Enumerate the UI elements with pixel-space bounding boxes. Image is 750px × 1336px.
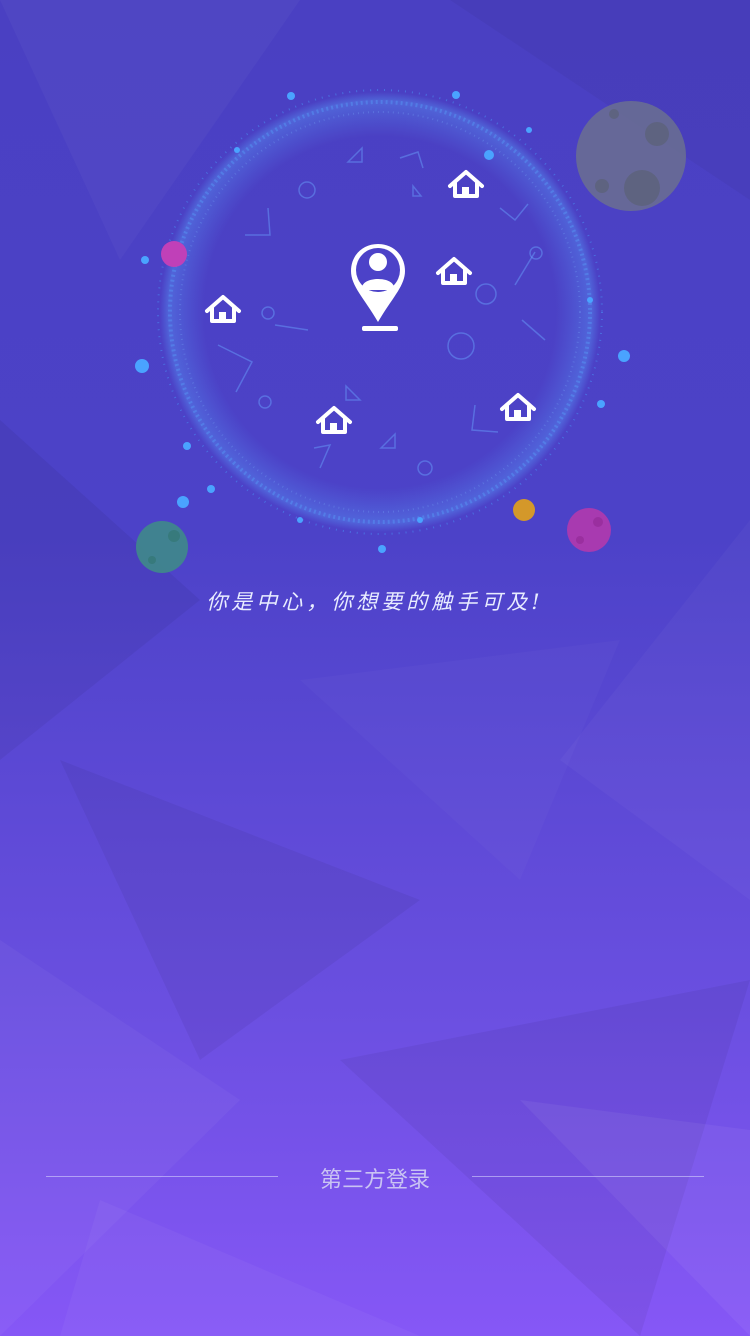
slogan-text: 你是中心，你想要的触手可及!: [206, 590, 544, 614]
third-party-login-label: 第三方登录: [319, 1168, 430, 1193]
third-party-login-section: 第三方登录: [0, 1160, 750, 1200]
planet-magenta-small: [161, 241, 187, 267]
hero-illustration: [135, 89, 686, 573]
planet-magenta: [567, 508, 611, 552]
planet-teal: [136, 521, 188, 573]
planet-orange: [513, 499, 535, 521]
planet-gray: [576, 101, 686, 211]
divider-right: [472, 1176, 704, 1177]
divider-left: [46, 1176, 278, 1177]
